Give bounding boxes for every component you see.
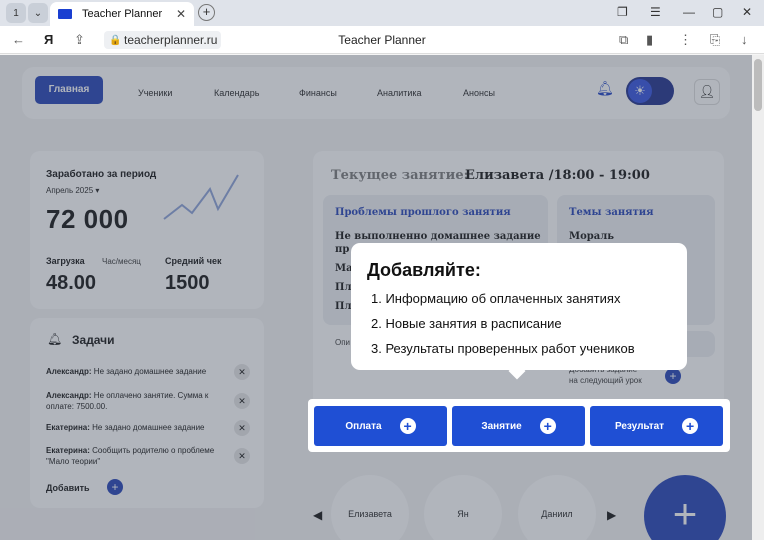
bookmark-icon[interactable]: ▮ <box>646 32 653 48</box>
more-icon[interactable]: ⋮ <box>679 32 692 48</box>
tab-close-icon[interactable]: ✕ <box>176 7 186 21</box>
plus-icon: + <box>539 418 556 434</box>
payment-button[interactable]: Оплата + <box>314 406 447 446</box>
back-arrow-icon[interactable]: ← <box>12 32 25 47</box>
lesson-button[interactable]: Занятие + <box>452 406 585 446</box>
menu-icon[interactable]: ☰ <box>650 5 661 19</box>
maximize-icon[interactable]: ▢ <box>712 5 723 19</box>
onboarding-tooltip: Добавляйте: 1. Информацию об оплаченных … <box>351 243 687 380</box>
lesson-label: Занятие <box>481 420 522 432</box>
yandex-logo-icon[interactable]: Я <box>44 32 53 47</box>
tab-counter[interactable]: 1 <box>6 3 26 23</box>
download-icon[interactable]: ↓ <box>741 32 748 47</box>
address-bar: ← Я ⇪ 🔒 teacherplanner.ru Teacher Planne… <box>0 26 764 54</box>
tooltip-title: Добавляйте: <box>367 260 481 280</box>
plus-icon: + <box>682 418 699 434</box>
result-label: Результат <box>614 420 665 432</box>
share-icon[interactable]: ⇪ <box>74 32 85 48</box>
collections-bar-icon[interactable]: ⎘ <box>710 32 720 48</box>
scrollbar-thumb[interactable] <box>754 59 762 111</box>
tab-count: 1 <box>13 7 19 19</box>
payment-label: Оплата <box>345 420 382 432</box>
tooltip-item: 3. Результаты проверенных работ учеников <box>371 341 635 356</box>
lock-icon: 🔒 <box>109 35 122 46</box>
collections-icon[interactable]: ❐ <box>617 5 628 19</box>
browser-tab[interactable]: Teacher Planner ✕ <box>50 2 194 26</box>
new-tab-button[interactable]: + <box>198 4 215 21</box>
tooltip-item: 1. Информацию об оплаченных занятиях <box>371 291 621 306</box>
quick-actions-panel: Оплата + Занятие + Результат + <box>308 399 730 452</box>
tab-title: Teacher Planner <box>82 8 163 20</box>
tooltip-item: 2. Новые занятия в расписание <box>371 316 562 331</box>
favicon-icon <box>58 9 72 19</box>
url-text: teacherplanner.ru <box>124 33 218 47</box>
plus-icon: + <box>399 418 416 434</box>
result-button[interactable]: Результат + <box>590 406 723 446</box>
minimize-icon[interactable]: — <box>683 5 695 19</box>
page-scrollbar[interactable] <box>752 55 764 540</box>
browser-tab-bar: 1 ⌄ Teacher Planner ✕ + ❐ ☰ — ▢ ✕ <box>0 0 764 26</box>
tab-list-chevron-icon[interactable]: ⌄ <box>28 3 48 23</box>
window-close-icon[interactable]: ✕ <box>742 5 752 19</box>
url-field[interactable]: 🔒 teacherplanner.ru <box>104 31 222 49</box>
translate-icon[interactable]: ⧉ <box>619 32 628 48</box>
